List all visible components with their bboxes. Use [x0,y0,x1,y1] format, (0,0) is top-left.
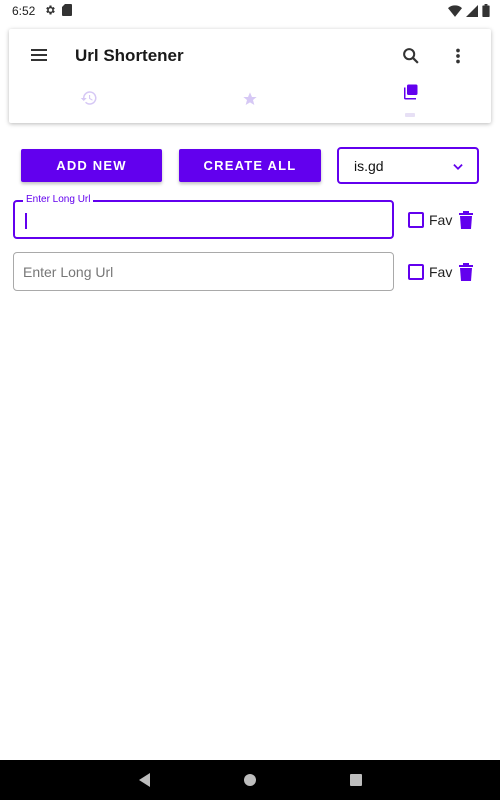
fav-checkbox[interactable] [408,212,424,228]
fav-label: Fav [429,264,453,280]
create-all-button[interactable]: CREATE ALL [179,149,321,182]
wifi-icon [448,4,462,20]
more-vert-icon[interactable] [450,45,466,67]
hamburger-menu-icon[interactable] [29,45,49,65]
status-time: 6:52 [12,4,36,18]
fav-label: Fav [429,212,453,228]
tab-indicator [405,113,415,117]
library-icon [401,83,419,117]
app-title: Url Shortener [75,46,184,65]
floating-label: Enter Long Url [23,194,94,205]
search-icon[interactable] [400,45,422,67]
long-url-field[interactable]: Enter Long Url [13,194,394,239]
tab-all-urls[interactable] [390,83,430,117]
navigation-bar [0,760,500,800]
battery-icon [482,4,490,20]
tab-history[interactable] [69,83,109,117]
tab-favorites[interactable] [230,83,270,117]
add-new-button[interactable]: ADD NEW [21,149,162,182]
delete-icon[interactable] [458,211,474,229]
long-url-field[interactable] [13,252,394,291]
back-icon[interactable] [135,770,155,790]
long-url-input[interactable] [24,211,384,231]
recents-icon[interactable] [346,770,366,790]
chevron-down-icon [451,159,465,178]
settings-icon [44,4,56,19]
fav-checkbox[interactable] [408,264,424,280]
home-icon[interactable] [240,770,260,790]
status-right-icons [448,4,490,20]
select-value: is.gd [354,158,384,174]
status-bar: 6:52 [0,0,500,22]
history-icon [80,83,98,117]
shortener-service-select[interactable]: is.gd [337,147,479,184]
star-icon [242,83,258,117]
signal-icon [466,4,478,20]
app-bar: Url Shortener [9,29,491,123]
delete-icon[interactable] [458,263,474,281]
sd-card-icon [62,4,72,19]
long-url-input[interactable] [23,262,383,282]
